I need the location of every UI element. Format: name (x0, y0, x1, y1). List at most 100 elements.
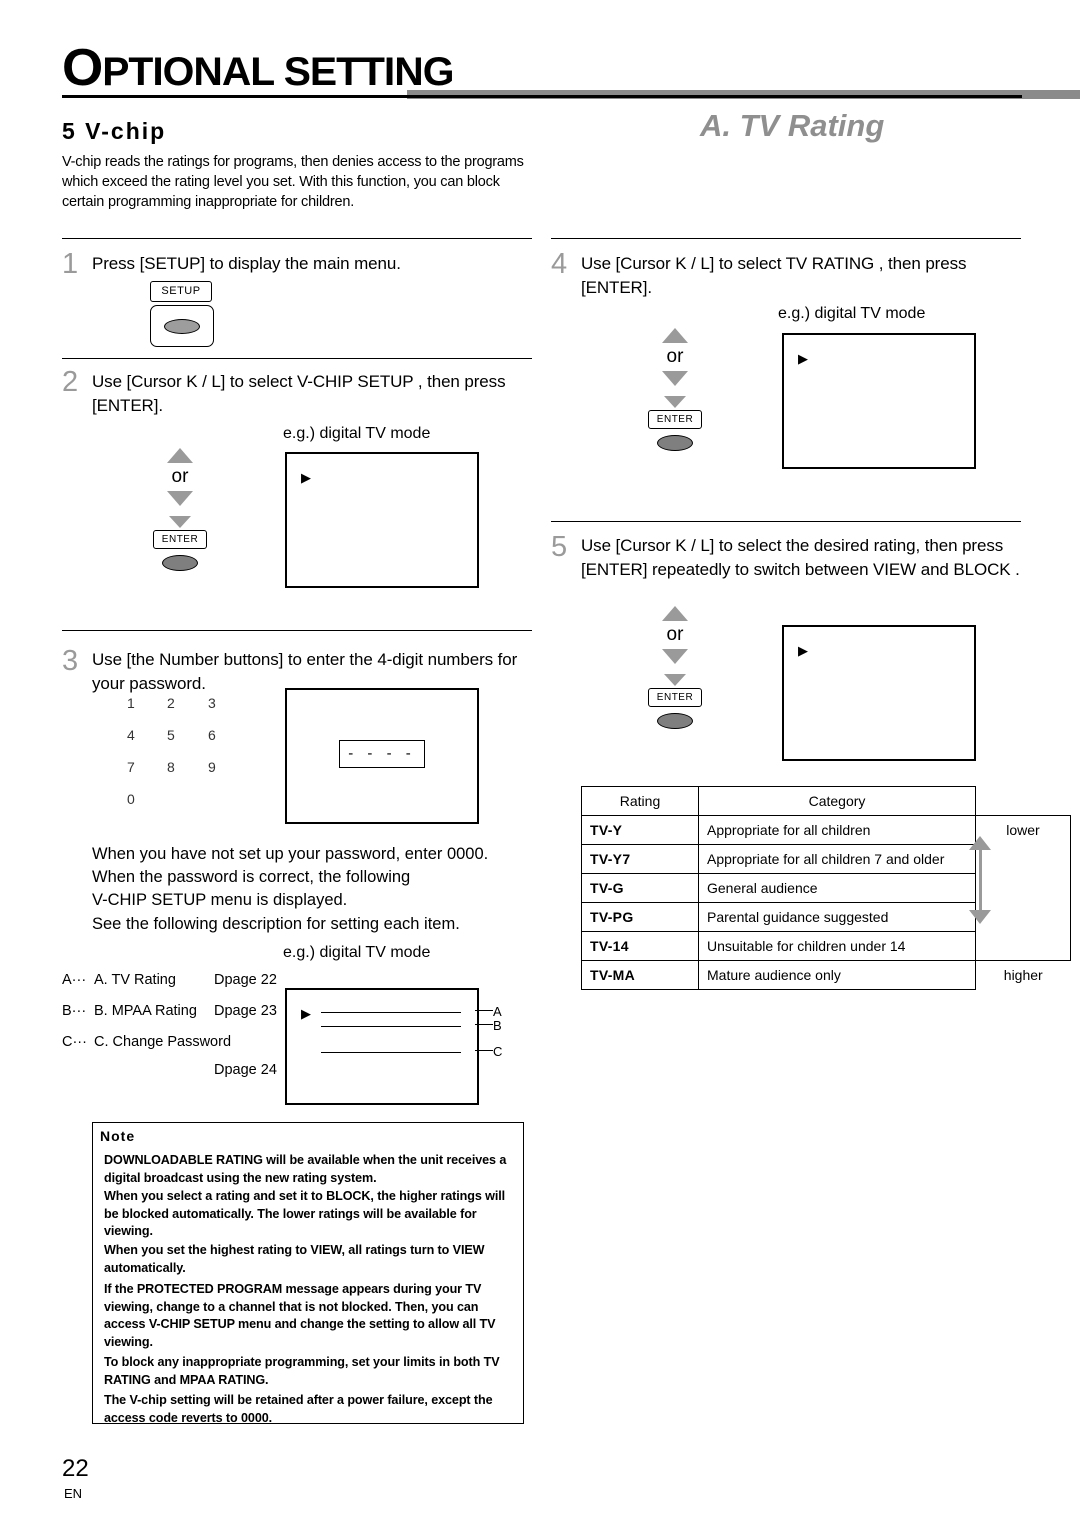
enter-button-label-5: ENTER (648, 688, 702, 707)
step-2-tv-screen: ▶ (285, 452, 479, 588)
step-4-cursor-arrows: or ENTER (645, 328, 705, 451)
cell-scale-blank-4 (975, 931, 1071, 961)
step-4-text: Use [Cursor K / L] to select TV RATING ,… (581, 254, 967, 297)
step-5-text: Use [Cursor K / L] to select the desired… (581, 536, 1020, 579)
screen-cursor-icon-4: ▶ (798, 351, 808, 366)
scale-arrow-down-icon (969, 910, 991, 924)
num-key-7[interactable]: 7 (127, 759, 135, 775)
list-item-c: C··· C. Change Password Dpage 24 (62, 1027, 292, 1078)
password-note-line-1: When you have not set up your password, … (92, 845, 489, 863)
cell-rating-3: TV-PG (581, 902, 699, 932)
cell-rating-5: TV-MA (581, 960, 699, 990)
note-line-2: When you select a rating and set it to B… (104, 1189, 506, 1238)
cell-category-3: Parental guidance suggested (698, 902, 976, 932)
note-line-1: DOWNLOADABLE RATING will be available wh… (104, 1153, 507, 1185)
step-5-number: 5 (551, 531, 568, 563)
cell-category-2: General audience (698, 873, 976, 903)
enter-button-label-4: ENTER (648, 410, 702, 429)
step-3-tv-screen: - - - - (285, 688, 479, 824)
list-item-b: B··· B. MPAA Rating Dpage 23 (62, 996, 292, 1027)
cell-rating-0: TV-Y (581, 815, 699, 845)
num-key-9[interactable]: 9 (208, 759, 216, 775)
setup-button-label: SETUP (150, 281, 212, 302)
step-4-number: 4 (551, 248, 568, 280)
table-header-row: Rating Category (581, 786, 1071, 816)
password-field[interactable]: - - - - (339, 740, 425, 768)
header-rule-black (62, 95, 1022, 98)
cursor-down-icon (167, 491, 193, 506)
cell-rating-4: TV-14 (581, 931, 699, 961)
list-item-b-page: Dpage 23 (214, 1003, 277, 1019)
table-row: TV-14 Unsuitable for children under 14 (581, 931, 1071, 961)
list-item-c-key: C··· (62, 1034, 87, 1050)
page-language: EN (64, 1486, 83, 1501)
list-item-c-label: C. Change Password (94, 1034, 232, 1050)
table-row: TV-MA Mature audience only higher (581, 960, 1071, 990)
page-title-initial: O (62, 39, 103, 97)
step-1-text: Press [SETUP] to display the main menu. (92, 254, 401, 273)
cell-category-1: Appropriate for all children 7 and older (698, 844, 976, 874)
menu-eg-label: e.g.) digital TV mode (283, 944, 431, 961)
rule-right-2 (551, 521, 1021, 522)
step-2-cursor-arrows: or ENTER (150, 448, 210, 571)
marker-b-line (475, 1024, 493, 1025)
menu-row-line-a (321, 1012, 461, 1013)
cell-rating-2: TV-G (581, 873, 699, 903)
subsection-heading: A. TV Rating (700, 108, 885, 143)
cursor-up-icon-4 (662, 328, 688, 343)
enter-button-cap-icon-5 (657, 713, 693, 729)
rule-left-3 (62, 630, 532, 631)
or-label-4: or (666, 346, 684, 367)
step-3-number: 3 (62, 645, 79, 677)
scale-double-arrow-icon (960, 836, 1000, 924)
num-key-6[interactable]: 6 (208, 727, 216, 743)
marker-c-line (475, 1050, 493, 1051)
or-label-5: or (666, 624, 684, 645)
setup-button-illustration: SETUP (150, 281, 214, 347)
step-2-number: 2 (62, 366, 79, 398)
marker-b-label: B (493, 1018, 502, 1033)
number-buttons-illustration: 1 2 3 4 5 6 7 8 9 0 (125, 695, 245, 815)
cursor-down-icon-4 (662, 371, 688, 386)
marker-c-label: C (493, 1044, 503, 1059)
step-4-eg-label: e.g.) digital TV mode (778, 305, 926, 322)
screen-cursor-icon-2: ▶ (301, 470, 311, 485)
screen-cursor-icon-5: ▶ (798, 643, 808, 658)
menu-row-line-b (321, 1026, 461, 1027)
or-label-2: or (171, 466, 189, 487)
cursor-down-icon-5 (662, 649, 688, 664)
cursor-up-icon-5 (662, 606, 688, 621)
step-4-tv-screen: ▶ (782, 333, 976, 469)
cell-scale-higher: higher (1003, 967, 1043, 984)
note-title: Note (100, 1128, 136, 1144)
section-intro: V-chip reads the ratings for programs, t… (62, 154, 524, 210)
section-heading: 5 V-chip (62, 118, 167, 144)
num-key-4[interactable]: 4 (127, 727, 135, 743)
vchip-menu-tv-screen: ▶ (285, 988, 479, 1105)
num-key-5[interactable]: 5 (167, 727, 175, 743)
step-1-number: 1 (62, 248, 79, 280)
num-key-0[interactable]: 0 (127, 791, 135, 807)
th-rating: Rating (581, 786, 699, 816)
rule-left-2 (62, 358, 532, 359)
cursor-up-icon (167, 448, 193, 463)
rule-left-1 (62, 238, 532, 239)
page: OPTIONAL SETTING 5 V-chip A. TV Rating V… (0, 0, 1080, 1526)
step-5-cursor-arrows: or ENTER (645, 606, 705, 729)
num-key-1[interactable]: 1 (127, 695, 135, 711)
list-item-a-label: A. TV Rating (94, 972, 176, 988)
num-key-8[interactable]: 8 (167, 759, 175, 775)
password-note-line-4: See the following description for settin… (92, 915, 460, 933)
enter-button-label-2: ENTER (153, 530, 207, 549)
cell-category-0: Appropriate for all children (698, 815, 976, 845)
num-key-3[interactable]: 3 (208, 695, 216, 711)
enter-button-cap-icon-2 (162, 555, 198, 571)
enter-button-cap-icon-4 (657, 435, 693, 451)
down-chevron-icon-4 (664, 396, 686, 408)
page-number: 22 (62, 1455, 89, 1482)
password-note: When you have not set up your password, … (92, 843, 542, 936)
menu-row-line-c (321, 1052, 461, 1053)
num-key-2[interactable]: 2 (167, 695, 175, 711)
vchip-menu-item-list: A··· A. TV Rating Dpage 22 B··· B. MPAA … (62, 965, 292, 1078)
rule-right-1 (551, 238, 1021, 239)
